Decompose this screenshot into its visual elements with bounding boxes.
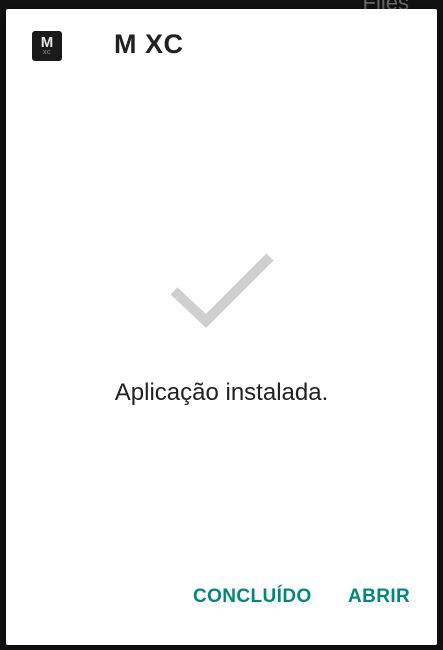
install-status-message: Aplicação instalada.	[114, 379, 329, 406]
install-complete-dialog: M XC M XC Aplicação instalada. CONCLUÍDO…	[6, 9, 437, 645]
app-icon: M XC	[32, 31, 62, 61]
app-icon-sub: XC	[43, 50, 51, 56]
open-button[interactable]: ABRIR	[348, 586, 410, 608]
app-title: M XC	[114, 29, 184, 59]
checkmark-icon	[170, 253, 274, 328]
done-button[interactable]: CONCLUÍDO	[193, 586, 312, 608]
app-icon-letter: M	[40, 34, 54, 51]
